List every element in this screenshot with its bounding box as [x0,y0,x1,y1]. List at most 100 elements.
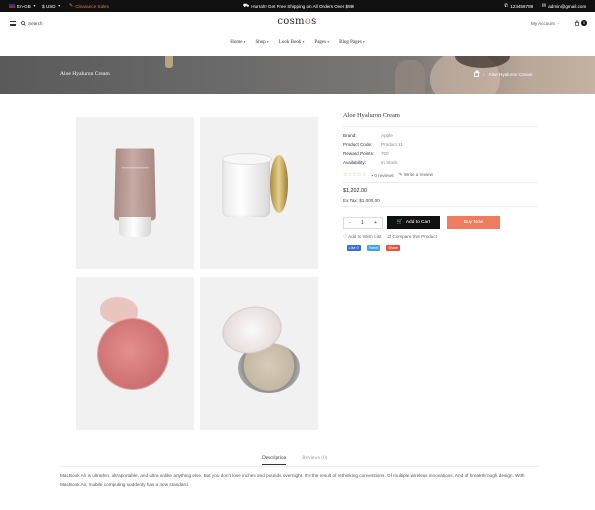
breadcrumb: › Aloe Hyaluron Cream [473,69,533,77]
spec-row: Availability: In Stock [343,158,463,167]
tab-reviews[interactable]: Reviews (0) [302,455,327,465]
spec-row: Brand: Apple [343,131,463,140]
tube-cap [119,217,151,237]
flag-icon [9,4,15,8]
qty-increment-button[interactable]: + [374,220,377,226]
write-review-link[interactable]: ✎ Write a review [399,172,433,178]
search-label: Search [28,20,43,26]
cart-button[interactable]: 0 [574,19,587,27]
banner-image-bottle [165,56,173,68]
logo-text-end: s [311,16,317,27]
top-bar: En-GB ▼ $ USD ▼ ✎ Clearance Sales ⛟ Hurr… [0,0,595,12]
star-rating: ☆☆☆☆☆ [343,172,367,178]
chevron-down-icon: ▾ [302,40,305,44]
page-banner: Aloe Hyaluron Cream › Aloe Hyaluron Crea… [0,56,595,94]
quantity-stepper: - 1 + [343,217,383,229]
share-label: Share [388,246,398,250]
divider [343,206,537,207]
clearance-label: Clearance Sales [75,3,109,9]
tube-label [120,167,150,185]
wishlist-label: Add to Wish List [348,234,382,239]
add-to-cart-label: Add to Cart [405,220,431,225]
email-link[interactable]: ✉ admin@gmail.com [542,0,586,12]
nav-label: Look Book [278,40,302,45]
tube-graphic [114,147,156,237]
truck-icon: ⛟ [243,2,250,9]
chevron-down-icon: ▾ [243,40,246,44]
tweet-label: Tweet [368,246,379,250]
nav-item-home[interactable]: Home ▾ [230,40,245,50]
mail-icon: ✉ [542,3,547,9]
divider [60,466,538,467]
phone-number: 123456789 [510,3,534,9]
product-description: MacBook Air is ultrathin, ultraportable,… [60,473,525,487]
divider [343,182,537,183]
spec-value[interactable]: Apple [381,133,393,138]
language-selector[interactable]: En-GB ▼ [9,0,36,12]
product-image-blush[interactable] [76,277,194,430]
spec-value: 700 [381,151,389,156]
pencil-icon: ✎ [398,172,403,177]
write-review-label: Write a review [403,172,433,177]
product-image-compact[interactable] [200,277,318,430]
spec-key: Reward Points: [343,151,375,156]
search-button[interactable]: Search [21,19,43,27]
cart-icon: 🛒 [396,220,403,225]
wishlist-compare-row: ♡ Add to Wish List ⇄ Compare this Produc… [343,234,437,240]
clearance-sales-link[interactable]: ✎ Clearance Sales [69,0,109,12]
product-image-jar[interactable] [200,117,318,269]
nav-item-shop[interactable]: Shop ▾ [255,40,268,50]
home-icon[interactable] [473,69,480,77]
tab-description[interactable]: Description [262,455,287,465]
product-price: $1,202.00 [343,188,367,194]
fb-label: Like 0 [349,246,359,250]
nav-item-blog-pages[interactable]: Blog Pages ▾ [339,40,365,50]
tube-body [114,148,156,221]
add-to-cart-button[interactable]: 🛒 Add to Cart [387,216,440,229]
nav-item-pages[interactable]: Pages ▾ [314,40,329,50]
reviews-link[interactable]: ▪ 0 reviews [371,173,393,178]
menu-icon[interactable] [10,21,16,26]
heart-icon: ♡ [343,234,348,239]
spec-key: Brand: [343,133,357,138]
qty-input[interactable]: 1 [361,220,364,226]
nav-label: Pages [314,40,327,45]
phone-icon: ✆ [504,3,509,9]
jar-lid-graphic [270,155,288,213]
qty-decrement-button[interactable]: - [349,220,351,226]
chevron-down-icon: ▾ [327,40,330,44]
cart-count-badge: 0 [581,20,587,26]
spec-value: In Stock [381,160,398,165]
product-tabs: Description Reviews (0) [262,455,327,465]
compare-link[interactable]: ⇄ Compare this Product [387,234,437,240]
account-label: My Account [531,20,555,26]
ex-tax-price: Ex Tax: $1,000.00 [343,198,380,203]
compare-icon: ⇄ [387,234,392,239]
nav-label: Shop [255,40,266,45]
buy-now-button[interactable]: Buy Now [447,216,500,229]
spec-row: Reward Points: 700 [343,149,463,158]
nav-item-look-book[interactable]: Look Book ▾ [279,40,305,50]
product-image-tube[interactable] [76,117,194,269]
spec-row: Product Code: Product 11 [343,140,463,149]
site-logo[interactable]: cosmos [262,16,332,27]
breadcrumb-current[interactable]: Aloe Hyaluron Cream [489,72,533,77]
logo-text-start: cosm [277,16,305,27]
buy-now-label: Buy Now [463,220,484,225]
add-to-wishlist-link[interactable]: ♡ Add to Wish List [343,234,381,240]
search-icon [21,20,26,26]
compare-label: Compare this Product [392,234,437,239]
my-account-dropdown[interactable]: My Account ⌄ [531,19,560,27]
chevron-down-icon: ▼ [32,4,37,8]
jar-graphic [222,153,272,217]
facebook-like-button[interactable]: Like 0 [347,245,361,251]
cart-icon [574,20,580,26]
phone-link[interactable]: ✆ 123456789 [504,0,533,12]
nav-label: Blog Pages [339,40,362,45]
currency-selector[interactable]: $ USD ▼ [42,0,61,12]
tweet-button[interactable]: Tweet [366,245,381,251]
banner-image-hand [395,60,425,94]
share-button[interactable]: Share [386,245,400,251]
nav-label: Home [230,40,243,45]
spec-value: Product 11 [381,142,403,147]
